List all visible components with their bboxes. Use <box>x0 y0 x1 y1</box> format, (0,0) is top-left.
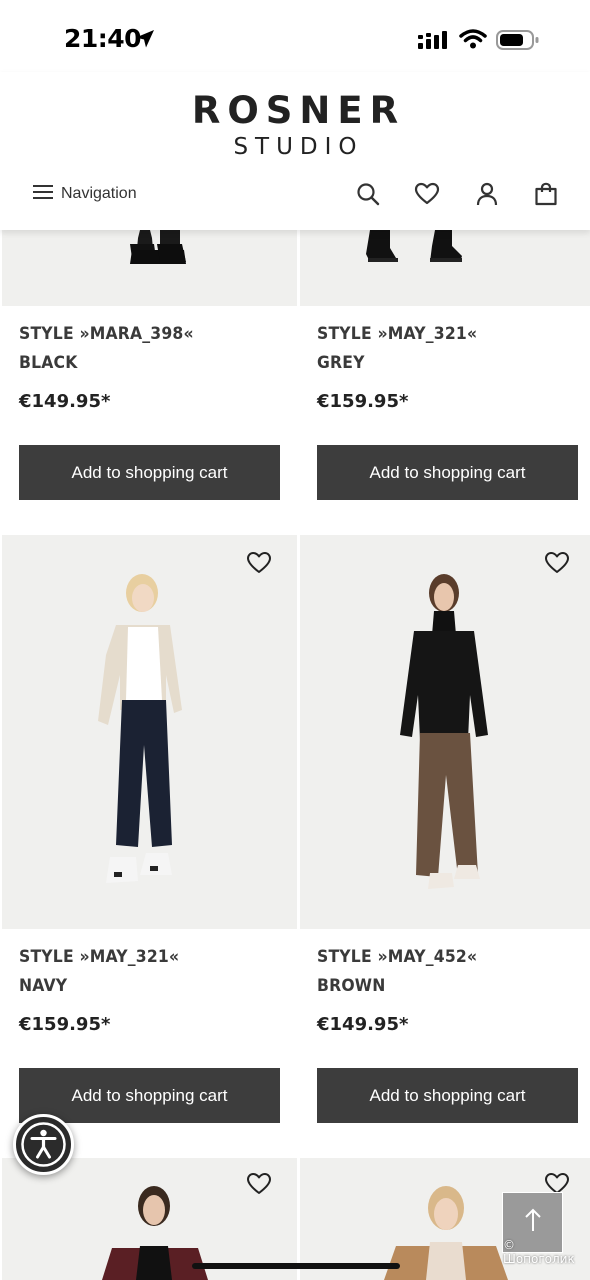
site-header: ROSNER STUDIO Navigation <box>0 72 590 230</box>
product-image[interactable] <box>2 535 297 929</box>
cellular-signal-icon <box>418 30 450 55</box>
product-color: BROWN <box>317 976 386 996</box>
add-to-cart-button[interactable]: Add to shopping cart <box>19 445 280 500</box>
product-price: €159.95* <box>19 1014 111 1035</box>
brand-logo-line1[interactable]: ROSNER <box>0 89 590 132</box>
accessibility-button[interactable] <box>13 1114 74 1175</box>
product-style: STYLE »MAY_321« <box>19 947 180 967</box>
product-name[interactable]: STYLE »MAY_452« BROWN <box>317 943 477 1001</box>
accessibility-icon <box>16 1122 71 1176</box>
add-to-cart-button[interactable]: Add to shopping cart <box>317 1068 578 1123</box>
product-style: STYLE »MAY_452« <box>317 947 478 967</box>
shopping-bag-icon[interactable] <box>534 182 558 206</box>
product-name[interactable]: STYLE »MAY_321« GREY <box>317 320 477 378</box>
product-color: BLACK <box>19 353 78 373</box>
add-to-cart-button[interactable]: Add to shopping cart <box>19 1068 280 1123</box>
wifi-icon <box>459 28 487 55</box>
status-time: 21:40 <box>64 24 142 53</box>
wishlist-heart-icon[interactable] <box>246 551 272 575</box>
brand-logo-line2[interactable]: STUDIO <box>0 134 590 160</box>
location-arrow-icon <box>134 28 156 55</box>
battery-icon <box>496 29 540 56</box>
heart-icon[interactable] <box>414 182 440 206</box>
search-icon[interactable] <box>356 182 380 206</box>
navigation-label: Navigation <box>61 185 137 202</box>
navigation-button[interactable]: Navigation <box>33 180 137 208</box>
home-indicator <box>192 1263 400 1269</box>
product-color: NAVY <box>19 976 68 996</box>
product-image[interactable] <box>300 535 590 929</box>
wishlist-heart-icon[interactable] <box>246 1172 272 1196</box>
product-style: STYLE »MARA_398« <box>19 324 194 344</box>
product-image[interactable] <box>300 230 590 306</box>
menu-icon <box>33 184 53 205</box>
product-price: €149.95* <box>317 1014 409 1035</box>
wishlist-heart-icon[interactable] <box>544 551 570 575</box>
product-price: €149.95* <box>19 391 111 412</box>
product-color: GREY <box>317 353 365 373</box>
product-name[interactable]: STYLE »MARA_398« BLACK <box>19 320 194 378</box>
product-image[interactable] <box>2 230 297 306</box>
product-price: €159.95* <box>317 391 409 412</box>
watermark: © Шопоголик <box>503 1238 575 1266</box>
arrow-up-icon <box>523 1207 543 1238</box>
status-bar: 21:40 <box>0 0 590 72</box>
add-to-cart-button[interactable]: Add to shopping cart <box>317 445 578 500</box>
user-icon[interactable] <box>475 182 499 206</box>
product-style: STYLE »MAY_321« <box>317 324 478 344</box>
product-name[interactable]: STYLE »MAY_321« NAVY <box>19 943 179 1001</box>
